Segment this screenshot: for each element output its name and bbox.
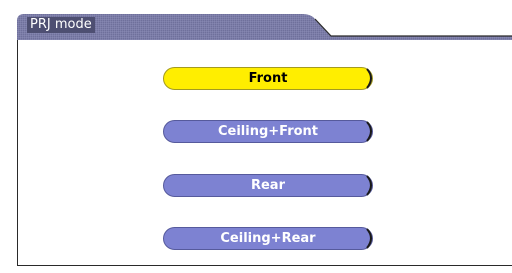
front-option-label: Front [248,71,288,86]
menu-header: PRJ mode [17,14,512,40]
front-option-button[interactable]: Front [163,67,376,91]
rear-option-label: Rear [250,178,285,193]
projector-osd-screen: PRJ mode Front Ceiling+Front Rear Ceilin… [0,0,512,273]
ceiling-front-option-button[interactable]: Ceiling+Front [163,120,376,144]
page-title: PRJ mode [27,17,95,33]
ceiling-rear-option-button[interactable]: Ceiling+Rear [163,227,376,251]
rear-option-button[interactable]: Rear [163,174,376,198]
ceiling-rear-option-label: Ceiling+Rear [220,231,316,246]
ceiling-front-option-label: Ceiling+Front [217,124,319,139]
